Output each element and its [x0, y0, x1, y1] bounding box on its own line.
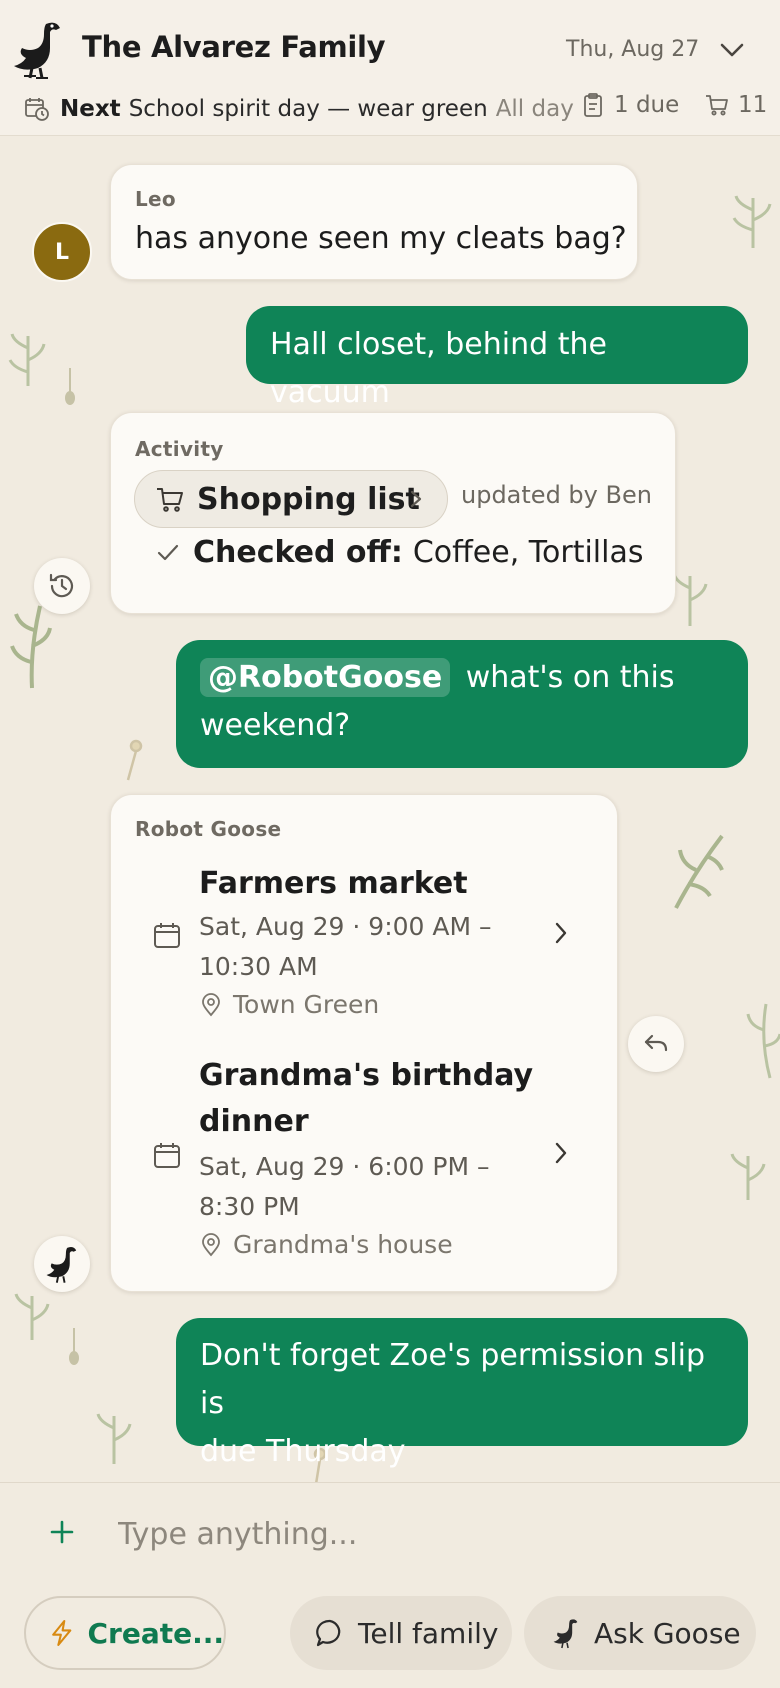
family-title: The Alvarez Family	[82, 30, 386, 64]
history-button[interactable]	[34, 558, 90, 614]
create-label: Create...	[87, 1616, 224, 1650]
tell-family-label: Tell family	[358, 1616, 499, 1650]
calendar-icon	[154, 923, 180, 948]
location-pin-icon	[202, 993, 220, 1017]
event-location: Town Green	[199, 987, 379, 1023]
message-text-line1: Don't forget Zoe's permission slip is	[200, 1338, 706, 1421]
next-event-bar[interactable]: Next School spirit day — wear green All …	[24, 92, 574, 126]
sender-name: Leo	[135, 187, 176, 211]
event-time: Sat, Aug 29 · 6:00 PM –	[199, 1152, 490, 1181]
event-location-text: Grandma's house	[233, 1230, 453, 1259]
goose-avatar[interactable]	[34, 1236, 90, 1292]
history-icon	[49, 573, 74, 598]
chevron-right-icon	[555, 922, 567, 944]
goose-icon	[14, 22, 60, 79]
message-text-line2: due Thursday	[200, 1434, 406, 1469]
due-tasks-indicator[interactable]: 1 due	[580, 92, 679, 118]
chat-header: The Alvarez Family Thu, Aug 27 Next Scho…	[0, 0, 780, 136]
shopping-list-chip[interactable]: Shopping list	[134, 470, 448, 528]
sender-name: Robot Goose	[135, 817, 282, 841]
calendar-icon	[154, 1143, 180, 1168]
next-event-when: All day	[495, 96, 574, 122]
message-text-line1: what's on this	[465, 660, 675, 695]
ask-goose-label: Ask Goose	[594, 1616, 741, 1650]
checked-off-label: Checked off:	[193, 535, 403, 570]
next-event-title: School spirit day — wear green	[128, 96, 488, 122]
checked-off-line: Checked off: Coffee, Tortillas	[155, 535, 643, 570]
event-time: Sat, Aug 29 · 9:00 AM –	[199, 912, 492, 941]
message-input[interactable]	[118, 1512, 718, 1556]
check-icon	[157, 544, 179, 560]
activity-label: Activity	[135, 437, 224, 461]
goose-icon	[553, 1619, 578, 1649]
message-outgoing[interactable]: Hall closet, behind the vacuum	[246, 306, 748, 410]
message-text: Hall closet, behind the vacuum	[270, 327, 607, 410]
event-time-end: 10:30 AM	[199, 952, 318, 981]
chat-bubble-icon	[316, 1619, 341, 1647]
event-title: Farmers market	[199, 866, 468, 901]
event-item[interactable]: Grandma's birthday dinner Sat, Aug 29 · …	[111, 1053, 619, 1285]
ask-goose-button[interactable]: Ask Goose	[524, 1596, 756, 1670]
chip-label: Shopping list	[197, 481, 420, 517]
location-pin-icon	[202, 1233, 220, 1257]
event-location: Grandma's house	[199, 1227, 453, 1263]
header-date[interactable]: Thu, Aug 27	[566, 37, 699, 62]
updated-by-text: updated by Ben	[461, 481, 652, 509]
event-time-end: 8:30 PM	[199, 1192, 300, 1221]
event-title: Grandma's birthday	[199, 1058, 534, 1093]
reply-button[interactable]	[628, 1016, 684, 1072]
robot-goose-card: Robot Goose Farmers market Sat, Aug 29 ·…	[110, 794, 618, 1292]
next-label: Next	[60, 96, 121, 122]
chevron-right-icon	[410, 490, 422, 508]
plus-icon[interactable]	[48, 1518, 76, 1546]
message-outgoing-reminder[interactable]: Don't forget Zoe's permission slip is du…	[176, 1318, 748, 1469]
chevron-right-icon	[555, 1142, 567, 1164]
message-text: has anyone seen my cleats bag?	[135, 221, 627, 256]
checked-off-items: Coffee, Tortillas	[412, 535, 644, 570]
mention-robotgoose[interactable]: @RobotGoose	[200, 658, 451, 697]
cart-icon	[157, 488, 183, 512]
tell-family-button[interactable]: Tell family	[290, 1596, 512, 1670]
message-outgoing-ask[interactable]: @RobotGoose what's on this weekend?	[176, 640, 748, 768]
chevron-down-icon[interactable]	[718, 36, 746, 64]
avatar-leo[interactable]: L	[32, 222, 92, 282]
event-title-cont: dinner	[199, 1104, 309, 1139]
shopping-cart-indicator[interactable]: 11	[704, 92, 767, 118]
due-count: 1 due	[614, 92, 680, 118]
family-chat-app: The Alvarez Family Thu, Aug 27 Next Scho…	[0, 0, 780, 1688]
goose-icon	[46, 1247, 77, 1283]
create-button[interactable]: Create...	[24, 1596, 226, 1670]
message-leo[interactable]: Leo has anyone seen my cleats bag?	[110, 164, 638, 280]
event-item[interactable]: Farmers market Sat, Aug 29 · 9:00 AM – 1…	[111, 859, 619, 1059]
message-text-line2: weekend?	[200, 708, 351, 743]
calendar-clock-icon	[25, 98, 49, 121]
cart-icon	[706, 95, 728, 116]
reply-icon	[644, 1034, 668, 1052]
event-location-text: Town Green	[233, 990, 380, 1019]
cart-count: 11	[738, 92, 768, 118]
lightning-icon	[52, 1619, 72, 1647]
clipboard-icon	[584, 93, 602, 117]
